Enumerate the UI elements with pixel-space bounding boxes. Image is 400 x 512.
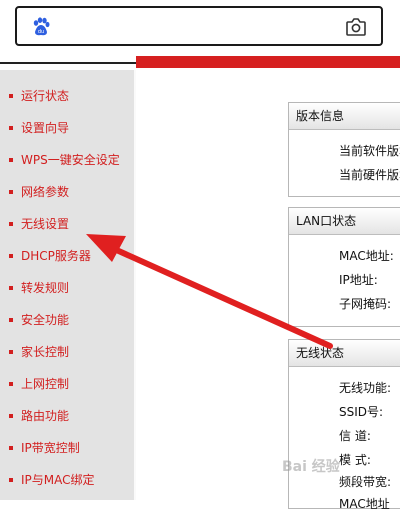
panel-title: 版本信息 bbox=[289, 103, 400, 130]
svg-text:du: du bbox=[38, 29, 44, 35]
lan-mac-label: MAC地址: bbox=[339, 249, 394, 263]
sidebar: 运行状态 设置向导 WPS一键安全设定 网络参数 无线设置 DHCP服务器 转发… bbox=[0, 70, 134, 500]
bullet-icon bbox=[9, 381, 13, 386]
bullet-icon bbox=[9, 413, 13, 418]
watermark-logo: Bai 经验 bbox=[282, 459, 340, 475]
bandwidth-label: 频段带宽: bbox=[339, 475, 392, 489]
sidebar-item-security[interactable]: 安全功能 bbox=[0, 309, 120, 341]
sidebar-item-access-control[interactable]: 上网控制 bbox=[0, 373, 120, 405]
channel-label: 信 道: bbox=[339, 429, 371, 443]
sidebar-item-network[interactable]: 网络参数 bbox=[0, 181, 120, 213]
lan-status-panel: LAN口状态 MAC地址: IP地址: 子网掩码: bbox=[288, 207, 400, 327]
sidebar-item-wireless[interactable]: 无线设置 bbox=[0, 213, 120, 245]
wireless-status-panel: 无线状态 无线功能: SSID号: 信 道: 模 式: 频段带宽: MAC地址 bbox=[288, 339, 400, 511]
lan-ip-label: IP地址: bbox=[339, 273, 378, 287]
sidebar-item-wps[interactable]: WPS一键安全设定 bbox=[0, 149, 120, 181]
sidebar-item-bandwidth[interactable]: IP带宽控制 bbox=[0, 437, 120, 469]
camera-icon[interactable] bbox=[345, 17, 367, 37]
search-input[interactable]: du bbox=[15, 6, 383, 46]
ssid-label: SSID号: bbox=[339, 405, 384, 419]
bullet-icon bbox=[9, 221, 13, 226]
hardware-version-label: 当前硬件版本 bbox=[339, 168, 400, 182]
sidebar-item-parental[interactable]: 家长控制 bbox=[0, 341, 120, 373]
search-bar-area: du bbox=[0, 0, 400, 62]
version-info-panel: 版本信息 当前软件版本 当前硬件版本 bbox=[288, 102, 400, 197]
bullet-icon bbox=[9, 253, 13, 258]
bullet-icon bbox=[9, 157, 13, 162]
mode-label: 模 式: bbox=[339, 453, 371, 467]
sidebar-menu: 运行状态 设置向导 WPS一键安全设定 网络参数 无线设置 DHCP服务器 转发… bbox=[0, 85, 120, 501]
bullet-icon bbox=[9, 317, 13, 322]
wireless-mac-label: MAC地址 bbox=[339, 497, 390, 511]
lan-subnet-label: 子网掩码: bbox=[339, 297, 392, 311]
header-divider bbox=[0, 62, 136, 70]
sidebar-item-setup-wizard[interactable]: 设置向导 bbox=[0, 117, 120, 149]
baidu-paw-icon: du bbox=[33, 17, 50, 36]
bullet-icon bbox=[9, 125, 13, 130]
sidebar-item-forwarding[interactable]: 转发规则 bbox=[0, 277, 120, 309]
sidebar-item-routing[interactable]: 路由功能 bbox=[0, 405, 120, 437]
bullet-icon bbox=[9, 349, 13, 354]
software-version-label: 当前软件版本 bbox=[339, 144, 400, 158]
sidebar-item-running-status[interactable]: 运行状态 bbox=[0, 85, 120, 117]
panel-title: 无线状态 bbox=[289, 340, 400, 367]
sidebar-item-ip-mac-binding[interactable]: IP与MAC绑定 bbox=[0, 469, 120, 501]
bullet-icon bbox=[9, 93, 13, 98]
sidebar-item-dhcp[interactable]: DHCP服务器 bbox=[0, 245, 120, 277]
bullet-icon bbox=[9, 477, 13, 482]
bullet-icon bbox=[9, 445, 13, 450]
panel-title: LAN口状态 bbox=[289, 208, 400, 235]
sidebar-divider bbox=[134, 70, 136, 500]
bullet-icon bbox=[9, 189, 13, 194]
wireless-function-label: 无线功能: bbox=[339, 381, 392, 395]
header-red-bar bbox=[136, 56, 400, 68]
bullet-icon bbox=[9, 285, 13, 290]
